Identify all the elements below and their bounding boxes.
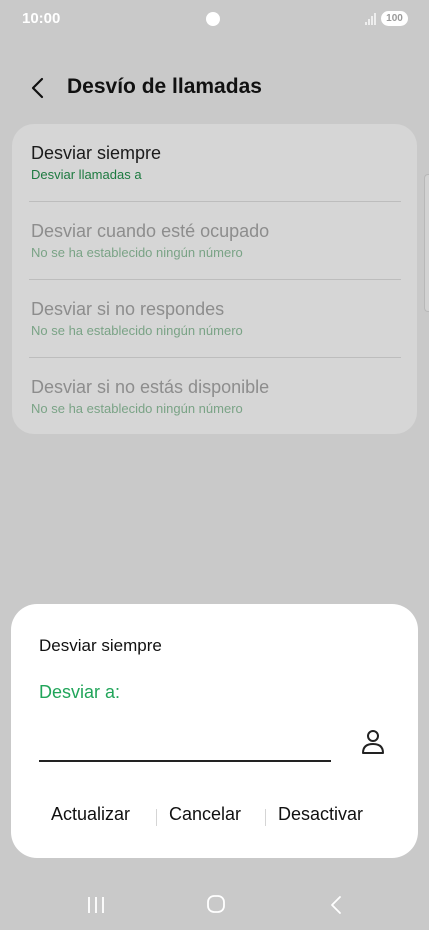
- cancel-button[interactable]: Cancelar: [169, 804, 241, 825]
- separator: [265, 809, 266, 826]
- signal-icon: [365, 13, 376, 25]
- app-header: Desvío de llamadas: [0, 68, 429, 108]
- forward-number-input[interactable]: [39, 730, 331, 762]
- divider: [29, 357, 401, 358]
- call-forwarding-list: Desviar siempre Desviar llamadas a Desvi…: [12, 124, 417, 434]
- field-label: Desviar a:: [39, 682, 121, 702]
- list-item-title: Desviar si no estás disponible: [31, 377, 270, 397]
- page-title: Desvío de llamadas: [67, 75, 262, 98]
- battery-icon: 100: [381, 11, 408, 26]
- deactivate-button[interactable]: Desactivar: [278, 804, 363, 825]
- edge-panel-handle[interactable]: [424, 174, 429, 312]
- list-item-forward-always[interactable]: Desviar siempre Desviar llamadas a: [31, 142, 393, 184]
- home-icon[interactable]: [206, 894, 226, 914]
- separator: [156, 809, 157, 826]
- list-item-title: Desviar cuando esté ocupado: [31, 221, 270, 241]
- divider: [29, 201, 401, 202]
- person-icon[interactable]: [361, 728, 385, 756]
- list-item-subtitle: No se ha establecido ningún número: [31, 323, 243, 338]
- status-bar: 10:00 100: [0, 0, 429, 40]
- divider: [29, 279, 401, 280]
- recents-icon[interactable]: [86, 895, 106, 915]
- status-time: 10:00: [22, 10, 61, 27]
- list-item-forward-unavailable[interactable]: Desviar si no estás disponible No se ha …: [31, 376, 393, 418]
- forward-dialog: Desviar siempre Desviar a: Actualizar Ca…: [11, 604, 418, 858]
- list-item-forward-busy[interactable]: Desviar cuando esté ocupado No se ha est…: [31, 220, 393, 262]
- list-item-forward-no-answer[interactable]: Desviar si no respondes No se ha estable…: [31, 298, 393, 340]
- back-icon[interactable]: [328, 894, 344, 916]
- update-button[interactable]: Actualizar: [51, 804, 130, 825]
- chevron-left-icon[interactable]: [28, 76, 48, 100]
- list-item-subtitle: No se ha establecido ningún número: [31, 245, 243, 260]
- navigation-bar: [0, 880, 429, 930]
- dialog-actions: Actualizar Cancelar Desactivar: [11, 804, 418, 832]
- list-item-title: Desviar si no respondes: [31, 299, 225, 319]
- camera-cutout: [206, 12, 220, 26]
- list-item-subtitle: No se ha establecido ningún número: [31, 401, 243, 416]
- list-item-title: Desviar siempre: [31, 143, 162, 163]
- dialog-title: Desviar siempre: [39, 636, 162, 655]
- list-item-subtitle: Desviar llamadas a: [31, 167, 142, 182]
